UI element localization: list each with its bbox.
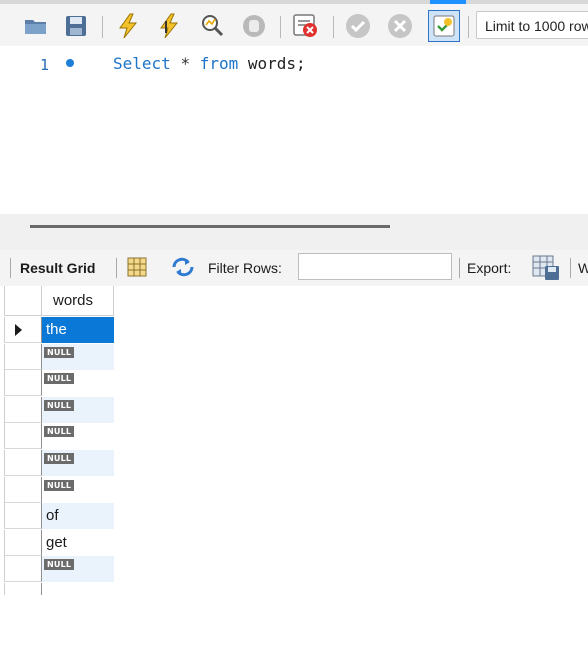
execute-icon[interactable]: [114, 12, 142, 40]
null-badge: NULL: [44, 453, 75, 464]
explain-icon[interactable]: [198, 12, 226, 40]
table-row[interactable]: the: [4, 317, 114, 343]
row-header[interactable]: [4, 529, 42, 556]
toolbar-separator: [10, 258, 11, 278]
table-row[interactable]: NULL: [4, 396, 114, 423]
null-badge: NULL: [44, 399, 75, 411]
result-grid-tab[interactable]: Result Grid: [20, 260, 95, 276]
keyword-select: Select: [113, 54, 171, 73]
result-toolbar: Result Grid Filter Rows: Export: W: [0, 250, 588, 286]
table-row[interactable]: NULL: [4, 450, 114, 476]
rollback-icon[interactable]: [386, 12, 414, 40]
editor-horizontal-scrollbar[interactable]: [0, 214, 588, 250]
words-cell[interactable]: get: [42, 530, 114, 556]
keyword-from: from: [199, 54, 239, 73]
toolbar-separator: [570, 258, 571, 278]
column-header-words[interactable]: words: [42, 286, 114, 316]
row-header[interactable]: [4, 556, 42, 583]
current-row-arrow-icon: [15, 324, 22, 336]
limit-rows-select[interactable]: Limit to 1000 rows: [476, 11, 588, 39]
words-cell[interactable]: NULL: [42, 556, 114, 583]
table-row[interactable]: NULL: [4, 370, 114, 397]
filter-rows-input[interactable]: [298, 253, 452, 280]
words-cell[interactable]: NULL: [42, 477, 114, 503]
scrollbar-thumb[interactable]: [30, 225, 390, 228]
refresh-icon[interactable]: [170, 256, 196, 281]
toolbar-separator: [333, 16, 334, 38]
null-badge: NULL: [44, 426, 75, 438]
table-row[interactable]: NULL: [4, 423, 114, 450]
star-operator: *: [180, 54, 191, 73]
table-row[interactable]: NULL: [4, 343, 114, 370]
toolbar-separator: [468, 16, 469, 38]
words-cell[interactable]: NULL: [42, 423, 114, 449]
null-badge: NULL: [44, 559, 75, 571]
line-number: 1: [40, 56, 50, 74]
stop-icon[interactable]: [240, 12, 268, 40]
toolbar-separator: [459, 258, 460, 278]
autocommit-icon[interactable]: [428, 10, 460, 42]
words-cell[interactable]: NULL: [42, 450, 114, 476]
row-header[interactable]: [4, 343, 42, 370]
table-row[interactable]: get: [4, 529, 114, 556]
sql-statement[interactable]: Select * from words;: [113, 54, 306, 73]
row-header[interactable]: [4, 423, 42, 450]
row-header[interactable]: [4, 476, 42, 503]
row-header[interactable]: [4, 317, 42, 343]
toolbar-separator: [116, 258, 117, 278]
result-grid: words the NULL NULL NULL NULL NULL NULL of get NU…: [0, 286, 588, 663]
toolbar-separator: [280, 16, 281, 38]
grid-row-header-tail: [4, 583, 42, 595]
row-header[interactable]: [4, 450, 42, 476]
row-header[interactable]: [4, 370, 42, 397]
null-badge: NULL: [44, 479, 75, 491]
table-identifier: words;: [247, 54, 306, 73]
table-row[interactable]: of: [4, 503, 114, 530]
open-folder-icon[interactable]: [22, 12, 50, 40]
toggle-error-icon[interactable]: [292, 12, 320, 40]
words-cell[interactable]: the: [42, 317, 114, 343]
wrap-cell-label[interactable]: W: [578, 260, 588, 276]
execute-current-icon[interactable]: [155, 12, 183, 40]
row-header[interactable]: [4, 396, 42, 423]
sql-editor[interactable]: 1 Select * from words;: [0, 46, 588, 214]
save-icon[interactable]: [62, 12, 90, 40]
words-cell[interactable]: NULL: [42, 396, 114, 423]
null-badge: NULL: [44, 346, 75, 358]
select-all-corner[interactable]: [4, 286, 42, 316]
words-cell[interactable]: of: [42, 503, 114, 530]
export-label: Export:: [467, 260, 512, 276]
toolbar-separator: [102, 16, 103, 38]
table-row[interactable]: NULL: [4, 556, 114, 583]
row-header[interactable]: [4, 503, 42, 530]
statement-marker-icon: [66, 59, 74, 67]
filter-rows-label: Filter Rows:: [208, 260, 282, 276]
null-badge: NULL: [44, 373, 75, 385]
table-row[interactable]: NULL: [4, 476, 114, 503]
words-cell[interactable]: NULL: [42, 370, 114, 396]
words-cell[interactable]: NULL: [42, 343, 114, 370]
sql-editor-toolbar: Limit to 1000 rows: [0, 4, 588, 46]
commit-icon[interactable]: [344, 12, 372, 40]
form-editor-icon[interactable]: [126, 256, 148, 281]
export-icon[interactable]: [531, 254, 561, 285]
